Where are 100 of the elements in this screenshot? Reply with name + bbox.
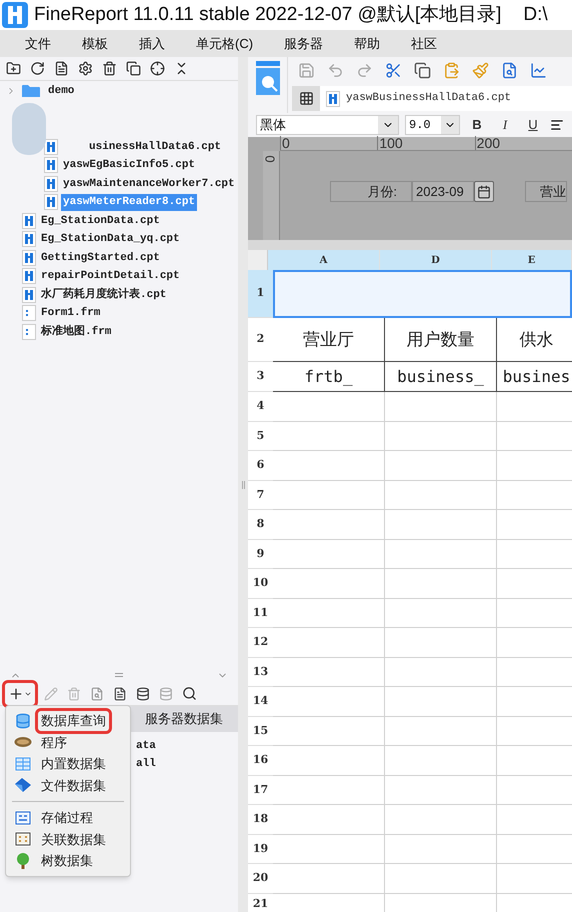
report-tab[interactable]: yaswBusinessHallData6.cpt (320, 86, 572, 111)
table-cell[interactable] (385, 834, 497, 864)
table-cell[interactable]: 用户数量 (385, 318, 497, 362)
menu-item[interactable]: 帮助 (354, 34, 380, 54)
delete-icon[interactable] (102, 61, 117, 76)
new-folder-icon[interactable] (6, 61, 21, 76)
font-style-button[interactable]: I (494, 115, 516, 135)
table-cell[interactable] (385, 422, 497, 451)
pane-splitter[interactable] (248, 240, 572, 250)
table-cell[interactable] (273, 628, 385, 658)
menu-entry[interactable]: 文件数据集 (38, 776, 109, 795)
table-cell[interactable] (385, 392, 497, 422)
table-cell[interactable]: 供水 (497, 318, 572, 362)
tab[interactable]: 服务器数据集 (130, 706, 238, 732)
row-header[interactable]: 15 (248, 716, 273, 746)
undo-icon[interactable] (327, 62, 344, 79)
table-cell[interactable] (273, 540, 385, 569)
row-header[interactable]: 7 (248, 480, 273, 510)
table-cell[interactable]: busines (497, 362, 572, 392)
table-cell[interactable] (385, 540, 497, 569)
table-cell[interactable] (273, 746, 385, 776)
table-cell[interactable] (385, 480, 497, 510)
table-cell[interactable] (273, 422, 385, 451)
table-cell[interactable] (385, 658, 497, 687)
font-select[interactable]: 黑体 (256, 115, 399, 135)
table-cell[interactable] (385, 569, 497, 598)
menu-entry[interactable]: 内置数据集 (38, 754, 109, 774)
table-cell[interactable]: 营业厅 (273, 318, 385, 362)
table-cell[interactable] (385, 805, 497, 834)
calendar-icon[interactable] (474, 181, 494, 202)
insert-grid-icon[interactable] (292, 86, 320, 111)
dataset-item[interactable]: all (136, 756, 238, 774)
copy-icon[interactable] (126, 61, 141, 76)
copy-icon[interactable] (414, 62, 431, 79)
table-cell[interactable] (385, 628, 497, 658)
file-name[interactable]: 标准地图.frm (39, 324, 114, 340)
menu-entry[interactable]: 存储过程 (38, 808, 96, 828)
edit-icon[interactable] (44, 686, 58, 700)
table-cell[interactable] (273, 569, 385, 598)
table-cell[interactable] (273, 834, 385, 864)
date-field[interactable]: 2023-09 (412, 181, 474, 202)
table-cell[interactable] (385, 716, 497, 746)
document-icon[interactable] (54, 61, 69, 76)
locate-icon[interactable] (150, 61, 165, 76)
splitter-handle-icon[interactable] (242, 480, 244, 488)
refresh-icon[interactable] (30, 61, 45, 76)
table-cell[interactable] (385, 687, 497, 716)
table-cell[interactable] (385, 746, 497, 776)
save-icon[interactable] (298, 62, 315, 79)
file-name[interactable]: GettingStarted.cpt (39, 250, 162, 266)
file-name[interactable]: yaswMaintenanceWorker7.cpt (61, 176, 237, 192)
font-size-select[interactable]: 9.0 (405, 115, 460, 135)
menu-entry[interactable]: 程序 (38, 732, 70, 752)
table-cell[interactable] (273, 864, 385, 894)
row-header[interactable]: 11 (248, 598, 273, 628)
menu-item[interactable]: 服务器 (284, 34, 324, 54)
table-cell[interactable] (273, 480, 385, 510)
table-cell[interactable] (385, 776, 497, 805)
table-cell[interactable]: business_ (385, 362, 497, 392)
file-name[interactable]: Eg_StationData_yq.cpt (39, 231, 182, 248)
paste-icon[interactable] (443, 62, 460, 79)
redo-icon[interactable] (356, 62, 373, 79)
menu-item[interactable]: 社区 (411, 34, 438, 54)
add-dataset-button[interactable] (5, 682, 35, 704)
selected-cell[interactable] (273, 270, 572, 318)
font-style-button[interactable]: U (522, 115, 544, 135)
table-cell[interactable] (273, 687, 385, 716)
row-header[interactable]: 9 (248, 540, 273, 569)
menu-item[interactable]: 文件 (25, 34, 51, 54)
dataset-item[interactable]: ata (136, 738, 238, 756)
table-cell[interactable] (385, 864, 497, 894)
file-name[interactable]: Eg_StationData.cpt (39, 212, 162, 229)
file-name[interactable]: Form1.frm (39, 305, 102, 322)
database-icon[interactable] (136, 686, 150, 700)
table-cell[interactable] (385, 598, 497, 628)
edit-table-icon[interactable] (113, 686, 127, 700)
menu-item[interactable]: 插入 (139, 34, 165, 54)
row-header[interactable]: 19 (248, 834, 273, 864)
table-cell[interactable] (273, 716, 385, 746)
menu-entry[interactable]: 数据库查询 (38, 711, 109, 730)
file-name[interactable]: yaswEgBasicInfo5.cpt (61, 157, 198, 174)
align-icon[interactable] (550, 118, 564, 132)
folder-name[interactable]: demo (48, 83, 74, 100)
file-name[interactable]: 水厂药耗月度统计表.cpt (39, 286, 168, 303)
row-header[interactable]: 1 (248, 270, 273, 318)
table-cell[interactable] (273, 805, 385, 834)
row-header[interactable]: 5 (248, 422, 273, 451)
menu-item[interactable]: 模板 (82, 34, 108, 54)
table-cell[interactable] (273, 776, 385, 805)
table-cell[interactable] (273, 510, 385, 540)
cut-icon[interactable] (385, 62, 402, 79)
row-header[interactable]: 13 (248, 658, 273, 687)
menu-entry[interactable]: 关联数据集 (38, 830, 109, 849)
chart-icon[interactable] (530, 62, 547, 79)
menu-item[interactable]: 单元格(C) (196, 34, 254, 54)
select-all-icon[interactable] (248, 250, 268, 270)
table-cell[interactable] (273, 658, 385, 687)
file-name[interactable]: repairPointDetail.cpt (39, 268, 182, 284)
table-cell[interactable] (273, 392, 385, 422)
row-header[interactable]: 17 (248, 776, 273, 805)
